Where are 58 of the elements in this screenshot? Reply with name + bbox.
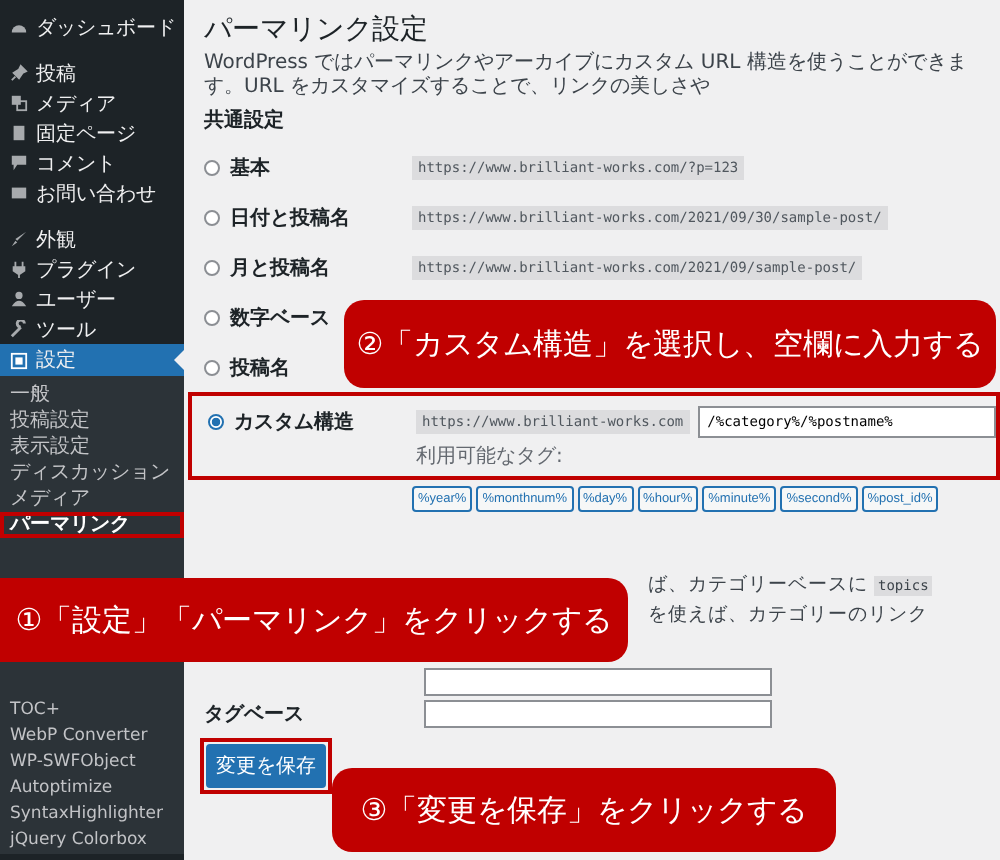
sidebar-item[interactable]: コメント (0, 148, 184, 178)
submenu-item[interactable]: 表示設定 (0, 434, 184, 460)
callout-banner: ②「カスタム構造」を選択し、空欄に入力する (344, 300, 996, 388)
envelope-icon (10, 184, 28, 202)
sidebar-item[interactable]: 投稿 (0, 58, 184, 88)
sidebar-item[interactable]: メディア (0, 88, 184, 118)
sidebar-item[interactable]: 外観 (0, 224, 184, 254)
speech-bubble-icon (10, 154, 28, 172)
option-label: カスタム構造 (234, 409, 354, 436)
submenu-item[interactable]: Autoptimize (0, 776, 184, 802)
sidebar-item[interactable]: 設定 (0, 344, 184, 376)
description-text: ば、カテゴリーベースに (648, 572, 868, 598)
section-title: 共通設定 (204, 106, 286, 136)
radio-button[interactable] (204, 359, 220, 375)
radio-button[interactable] (204, 309, 220, 325)
option-label: 日付と投稿名 (230, 205, 350, 231)
submenu-item[interactable]: WebP Converter (0, 724, 184, 750)
radio-button[interactable] (208, 414, 224, 430)
sidebar-item[interactable]: ツール (0, 314, 184, 344)
page-title: パーマリンク設定 (204, 12, 430, 50)
description-text: を使えば、カテゴリーのリンク (648, 602, 928, 628)
sidebar-item[interactable]: プラグイン (0, 254, 184, 284)
sidebar-item[interactable]: お問い合わせ (0, 178, 184, 208)
option-label: 投稿名 (230, 355, 290, 381)
save-button[interactable]: 変更を保存 (206, 744, 326, 788)
tag-base-field[interactable] (424, 700, 772, 728)
radio-button[interactable] (204, 159, 220, 175)
submenu-item[interactable]: 投稿設定 (0, 408, 184, 434)
page-icon (10, 124, 28, 142)
submenu-item[interactable]: TOC+ (0, 698, 184, 724)
option-label: 月と投稿名 (230, 255, 330, 281)
callout-banner: ①「設定」「パーマリンク」をクリックする (0, 578, 628, 662)
brush-icon (10, 230, 28, 248)
page-description: WordPress ではパーマリンクやアーカイブにカスタム URL 構造を使うことができます。URL をカスタマイズすることで、リンクの美しさや (204, 52, 969, 100)
radio-button[interactable] (204, 209, 220, 225)
category-base-field[interactable] (424, 668, 772, 696)
submenu-item[interactable]: WP-SWFObject (0, 750, 184, 776)
submenu-item[interactable]: メディア (0, 486, 184, 512)
tags-label: 利用可能なタグ: (416, 443, 565, 470)
media-icon (10, 94, 28, 112)
option-label: 基本 (230, 155, 270, 181)
sidebar-item[interactable]: ダッシュボード (0, 12, 184, 42)
submenu-item[interactable]: SyntaxHighlighter (0, 802, 184, 828)
pointer-icon (174, 350, 184, 370)
settings-icon (10, 351, 28, 369)
wrench-icon (10, 320, 28, 338)
submenu-item[interactable]: ディスカッション (0, 460, 184, 486)
callout-banner: ③「変更を保存」をクリックする (332, 768, 836, 852)
radio-button[interactable] (204, 259, 220, 275)
submenu-item[interactable]: 一般 (0, 382, 184, 408)
option-label: 数字ベース (230, 304, 330, 331)
plug-icon (10, 260, 28, 278)
sidebar-item[interactable]: 固定ページ (0, 118, 184, 148)
submenu-item[interactable]: jQuery Colorbox (0, 828, 184, 854)
pin-icon (10, 64, 28, 82)
field-label: タグベース (204, 702, 306, 728)
sidebar-item[interactable]: ユーザー (0, 284, 184, 314)
user-icon (10, 290, 28, 308)
